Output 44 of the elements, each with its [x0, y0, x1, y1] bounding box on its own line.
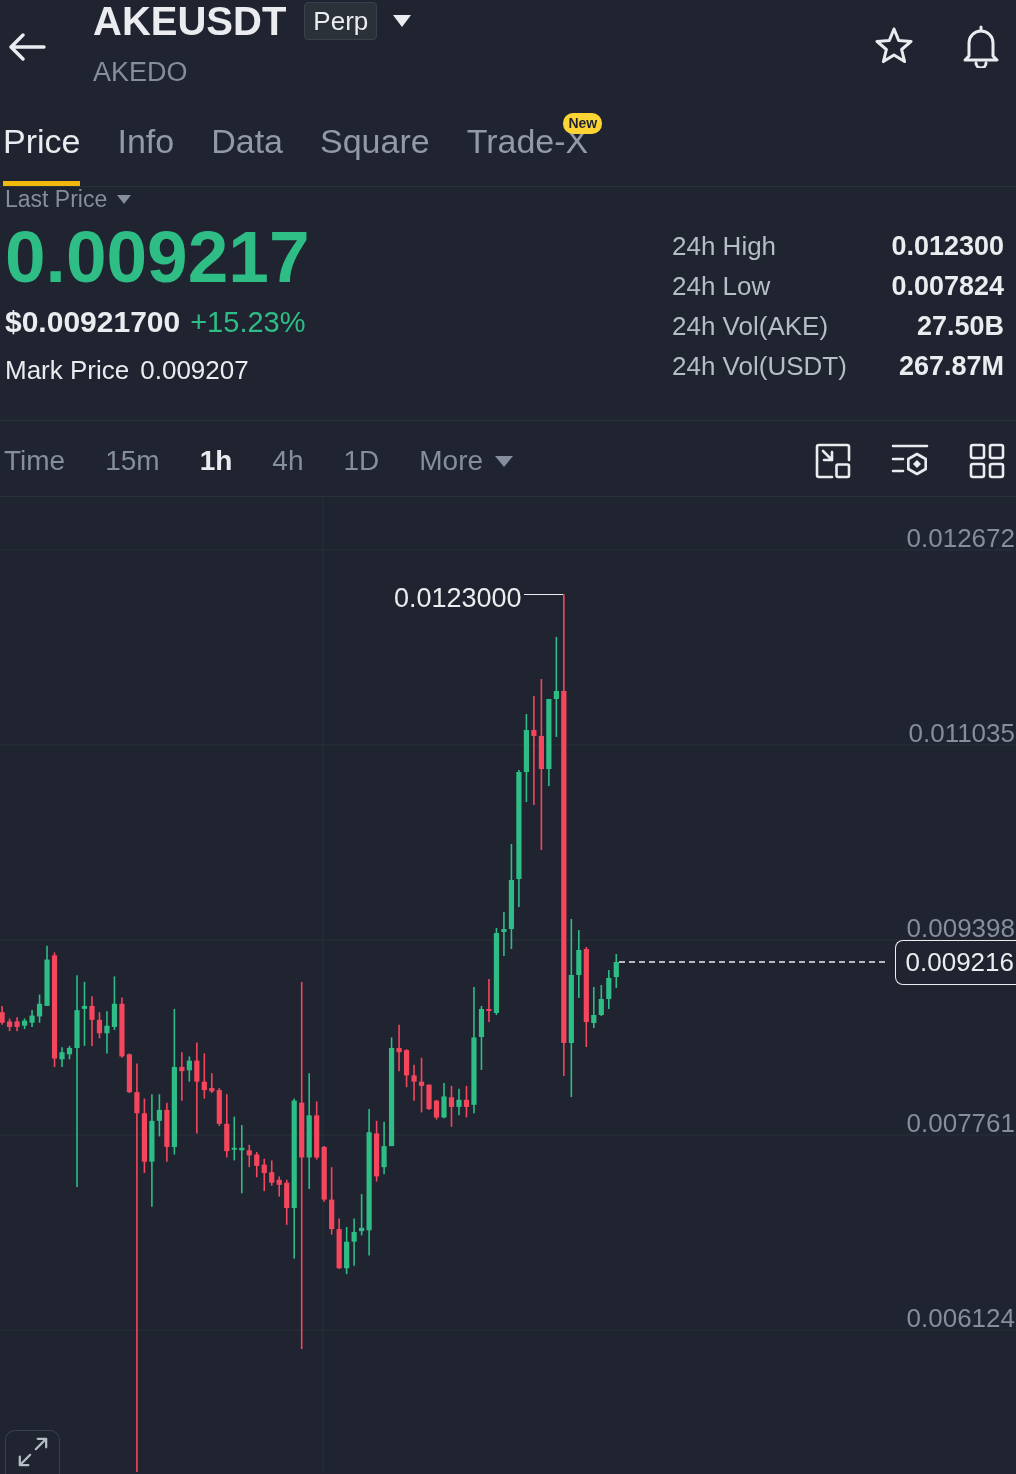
price-type-dropdown[interactable]: Last Price — [5, 187, 132, 211]
high-price-label: 0.0123000 — [394, 583, 522, 613]
caret-icon — [117, 194, 132, 204]
new-badge: New — [563, 113, 603, 134]
stat-value: 0.007824 — [891, 270, 1004, 302]
window-arrow-icon[interactable] — [815, 443, 851, 479]
y-axis-label: 0.009398 — [906, 914, 1015, 942]
asset-name: AKEDO — [93, 57, 188, 87]
stat-value: 27.50B — [916, 310, 1004, 342]
interval-tab[interactable]: 15m — [105, 444, 160, 478]
usd-price: $0.00921700 — [5, 304, 181, 340]
stat-label: 24h High — [672, 230, 777, 262]
price-change: +15.23% — [190, 305, 306, 340]
tab[interactable]: Square — [320, 121, 430, 186]
grid-icon[interactable] — [969, 443, 1005, 479]
y-axis-label: 0.012672 — [906, 524, 1015, 552]
stat-value: 267.87M — [898, 350, 1004, 382]
contract-badge: Perp — [304, 2, 378, 40]
y-axis-label: 0.006124 — [906, 1304, 1015, 1332]
mark-price-label: Mark Price — [5, 354, 130, 387]
star-icon[interactable] — [874, 26, 914, 66]
stat-label: 24h Low — [672, 270, 771, 302]
expand-button[interactable] — [5, 1430, 60, 1474]
tab[interactable]: Price — [3, 121, 81, 186]
stat-value: 0.012300 — [891, 230, 1004, 262]
interval-tab[interactable]: 1D — [343, 444, 380, 478]
stat-label: 24h Vol(USDT) — [672, 350, 847, 382]
interval-tab[interactable]: 4h — [272, 444, 304, 478]
y-axis-label: 0.011035 — [908, 719, 1015, 747]
stat-label: 24h Vol(AKE) — [672, 310, 829, 342]
expand-icon — [17, 1436, 49, 1468]
interval-tab[interactable]: 1h — [199, 444, 233, 478]
tab[interactable]: Data — [211, 121, 283, 186]
current-price-tag: 0.009216 — [894, 940, 1016, 985]
arrow-left-icon[interactable] — [8, 33, 46, 61]
y-axis-label: 0.007761 — [906, 1109, 1015, 1137]
caret-icon[interactable] — [393, 15, 412, 27]
tab[interactable]: Info — [117, 121, 175, 186]
interval-tab[interactable]: Time — [4, 444, 66, 478]
leader-line — [523, 593, 564, 596]
symbol-title: AKEUSDT — [93, 0, 287, 42]
last-price: 0.009217 — [5, 219, 310, 295]
mark-price-value: 0.009207 — [140, 354, 249, 387]
interval-tab[interactable]: More — [419, 444, 514, 478]
